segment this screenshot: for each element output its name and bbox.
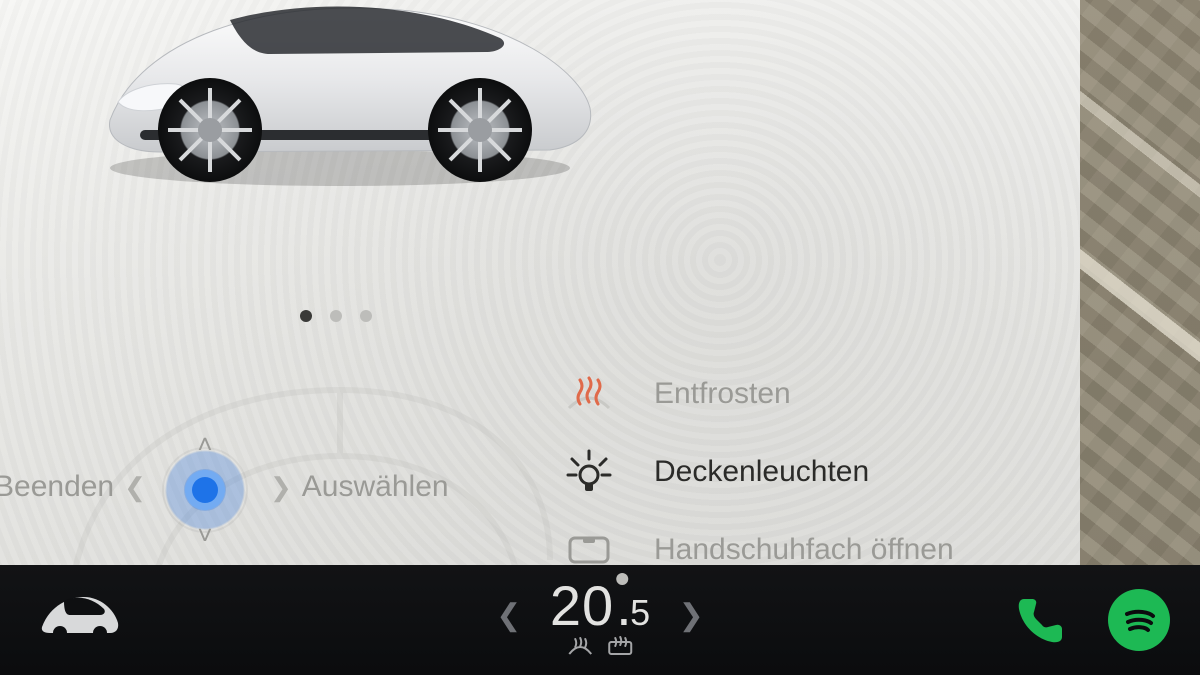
page-indicator[interactable] xyxy=(300,310,372,322)
quick-action-label: Entfrosten xyxy=(654,377,791,411)
chevron-down-icon: ˅ xyxy=(197,520,212,551)
temp-down-button[interactable]: ❮ xyxy=(472,599,545,632)
scroll-left-label: Beenden xyxy=(0,470,114,504)
map-panel[interactable] xyxy=(1080,0,1200,565)
car-menu-button[interactable] xyxy=(36,587,122,648)
chevron-left-icon: ❮ xyxy=(124,472,146,503)
temp-up-button[interactable]: ❯ xyxy=(655,599,728,632)
temperature-readout[interactable]: 20 . 5 xyxy=(550,573,650,638)
temperature-whole: 20 xyxy=(550,573,614,638)
bottom-dock: ❮ 20 . 5 ❯ xyxy=(0,565,1200,675)
quick-actions-list: Entfrosten xyxy=(560,355,1080,589)
chevron-right-icon: ❯ xyxy=(270,472,292,503)
quick-action-dome-lights[interactable]: Deckenleuchten xyxy=(560,433,1080,511)
defrost-front-icon[interactable] xyxy=(567,636,593,661)
defrost-icon xyxy=(560,374,618,414)
climate-control: ❮ 20 . 5 ❯ xyxy=(472,573,728,661)
scroll-left-hint: Beenden ❮ xyxy=(0,470,146,504)
page-dot-1[interactable] xyxy=(300,310,312,322)
dome-light-icon xyxy=(560,449,618,495)
glovebox-icon xyxy=(560,532,618,568)
spotify-button[interactable] xyxy=(1108,589,1170,651)
page-dot-2[interactable] xyxy=(330,310,342,322)
temperature-decimal-point: . xyxy=(616,573,628,585)
scroll-right-hint: ❯ Auswählen xyxy=(270,470,449,504)
car-render xyxy=(80,0,600,200)
scroll-right-label: Auswählen xyxy=(302,470,449,504)
chevron-up-icon: ˄ xyxy=(197,429,212,460)
vehicle-touchscreen: Beenden ❮ ˄ ˅ ❯ Auswählen xyxy=(0,0,1200,675)
temperature-decimal: 5 xyxy=(630,592,650,634)
scrollwheel-core xyxy=(192,477,218,503)
page-dot-3[interactable] xyxy=(360,310,372,322)
quick-action-defrost[interactable]: Entfrosten xyxy=(560,355,1080,433)
scrollwheel-hint: Beenden ❮ ˄ ˅ ❯ Auswählen xyxy=(0,380,540,565)
phone-button[interactable] xyxy=(1010,591,1068,649)
quick-action-label: Deckenleuchten xyxy=(654,455,869,489)
launcher-panel: Beenden ❮ ˄ ˅ ❯ Auswählen xyxy=(0,0,1080,565)
quick-action-label: Handschuhfach öffnen xyxy=(654,533,954,567)
defrost-rear-icon[interactable] xyxy=(607,636,633,661)
scrollwheel-joystick[interactable]: ˄ ˅ xyxy=(150,435,260,545)
